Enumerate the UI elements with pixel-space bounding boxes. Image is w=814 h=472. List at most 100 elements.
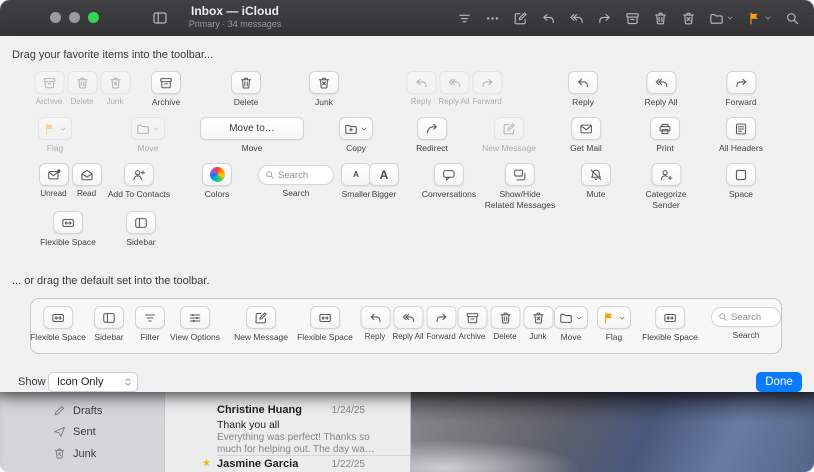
chevron-down-icon	[618, 314, 626, 322]
palette-item-redirect[interactable]: Redirect	[416, 117, 448, 154]
move-button[interactable]	[709, 11, 734, 26]
archive-icon	[159, 76, 173, 90]
default-item-new-message[interactable]: New Message	[234, 306, 288, 343]
show-popup-button[interactable]: Icon Only	[48, 372, 138, 392]
pencil-icon	[53, 404, 66, 417]
done-button[interactable]: Done	[756, 372, 802, 392]
palette-item-show-hide-related[interactable]: Show/HideRelated Messages	[485, 163, 555, 210]
default-toolbar-set[interactable]: Flexible Space Sidebar Filter View Optio…	[30, 298, 782, 354]
delete-button[interactable]	[653, 11, 668, 26]
sidebar-item-junk[interactable]: Junk	[53, 447, 96, 460]
forward-button[interactable]	[597, 11, 612, 26]
palette-item-sidebar[interactable]: Sidebar	[126, 211, 156, 248]
palette-item-add-to-contacts[interactable]: Add To Contacts	[108, 163, 170, 200]
trash-icon	[653, 11, 668, 26]
sidebar-item-sent[interactable]: Sent	[53, 425, 96, 438]
default-item-flexible-space[interactable]: Flexible Space	[642, 306, 698, 343]
palette-item-reply-replyall-forward-group: ReplyReply AllForward	[405, 71, 504, 106]
palette-item-all-headers[interactable]: All Headers	[719, 117, 763, 154]
flag-button[interactable]	[747, 11, 772, 26]
filter-button[interactable]	[457, 11, 472, 26]
categorize-sender-icon	[659, 168, 673, 182]
default-item-move[interactable]: Move	[554, 306, 588, 343]
mailbox-sidebar: Drafts Sent Junk	[0, 392, 165, 472]
titlebar: Inbox — iCloud Primary · 34 messages	[0, 0, 814, 36]
palette-item-junk[interactable]: Junk	[309, 71, 339, 108]
folder-icon	[136, 122, 150, 136]
unread-icon	[47, 168, 61, 182]
default-item-filter[interactable]: Filter	[135, 306, 165, 343]
window-subtitle: Primary · 34 messages	[180, 19, 290, 29]
envelope-icon	[579, 122, 593, 136]
palette-item-unread-read-group[interactable]: UnreadRead	[37, 163, 103, 198]
archive-icon	[42, 76, 56, 90]
palette-item-move-to[interactable]: Move to… Move	[200, 117, 304, 154]
compose-icon	[502, 122, 516, 136]
palette-item-search[interactable]: Search Search	[258, 165, 334, 199]
close-button[interactable]	[50, 12, 61, 23]
junk-icon	[317, 76, 331, 90]
search-icon	[785, 11, 800, 26]
palette-item-flag: Flag	[38, 117, 72, 154]
minimize-button[interactable]	[69, 12, 80, 23]
palette-item-archive[interactable]: Archive	[151, 71, 181, 108]
flag-icon	[43, 122, 57, 136]
default-item-flexible-space[interactable]: Flexible Space	[297, 306, 353, 343]
flexible-space-icon	[61, 216, 75, 230]
compose-icon	[513, 11, 528, 26]
palette-item-flexible-space[interactable]: Flexible Space	[40, 211, 96, 248]
updown-chevron-icon	[123, 377, 133, 387]
flag-icon	[602, 311, 616, 325]
default-item-archive-delete-junk-group[interactable]: ArchiveDeleteJunk	[456, 306, 555, 341]
palette-item-conversations[interactable]: Conversations	[422, 163, 476, 200]
more-icon	[485, 11, 500, 26]
new-message-button[interactable]	[513, 11, 528, 26]
mail-window: Inbox — iCloud Primary · 34 messages Dra…	[0, 0, 814, 472]
forward-icon	[480, 76, 494, 90]
palette-item-print[interactable]: Print	[650, 117, 680, 154]
palette-item-forward[interactable]: Forward	[725, 71, 756, 108]
palette-item-colors[interactable]: Colors	[202, 163, 232, 200]
sidebar-toggle-icon[interactable]	[152, 10, 168, 26]
search-button[interactable]	[785, 11, 800, 26]
palette-item-get-mail[interactable]: Get Mail	[570, 117, 602, 154]
copy-folder-icon	[344, 122, 358, 136]
divider	[217, 455, 410, 456]
archive-button[interactable]	[625, 11, 640, 26]
palette-item-delete[interactable]: Delete	[231, 71, 261, 108]
palette-item-categorize-sender[interactable]: CategorizeSender	[645, 163, 686, 210]
default-set-instruction: ... or drag the default set into the too…	[12, 275, 210, 287]
reply-all-button[interactable]	[569, 11, 584, 26]
palette-item-space[interactable]: Space	[726, 163, 756, 200]
add-contact-icon	[132, 168, 146, 182]
palette-item-reply-all[interactable]: Reply All	[644, 71, 677, 108]
flag-icon	[747, 11, 762, 26]
palette-item-bigger[interactable]: A Bigger	[369, 163, 399, 200]
default-item-flag[interactable]: Flag	[597, 306, 631, 343]
junk-icon	[531, 311, 545, 325]
trash-icon	[239, 76, 253, 90]
reply-all-icon	[447, 76, 461, 90]
default-item-search[interactable]: Search Search	[711, 307, 781, 341]
message-list: Christine Huang 1/24/25 Thank you all Ev…	[165, 392, 410, 472]
chevron-down-icon	[575, 314, 583, 322]
default-item-reply-replyall-forward-group[interactable]: ReplyReply AllForward	[359, 306, 458, 341]
palette-item-reply[interactable]: Reply	[568, 71, 598, 108]
more-button[interactable]	[485, 11, 500, 26]
palette-item-new-message: New Message	[482, 117, 536, 154]
junk-button[interactable]	[681, 11, 696, 26]
zoom-button[interactable]	[88, 12, 99, 23]
reply-button[interactable]	[541, 11, 556, 26]
default-item-view-options[interactable]: View Options	[170, 306, 220, 343]
show-label: Show	[18, 376, 46, 388]
sidebar-item-drafts[interactable]: Drafts	[53, 404, 102, 417]
drag-instruction: Drag your favorite items into the toolba…	[12, 49, 213, 61]
palette-item-copy[interactable]: Copy	[339, 117, 373, 154]
palette-item-mute[interactable]: Mute	[581, 163, 611, 200]
palette-item-smaller[interactable]: A Smaller	[341, 163, 371, 200]
default-item-sidebar[interactable]: Sidebar	[94, 306, 124, 343]
forward-icon	[597, 11, 612, 26]
color-wheel-icon	[210, 167, 225, 182]
reply-icon	[414, 76, 428, 90]
default-item-flexible-space[interactable]: Flexible Space	[30, 306, 86, 343]
